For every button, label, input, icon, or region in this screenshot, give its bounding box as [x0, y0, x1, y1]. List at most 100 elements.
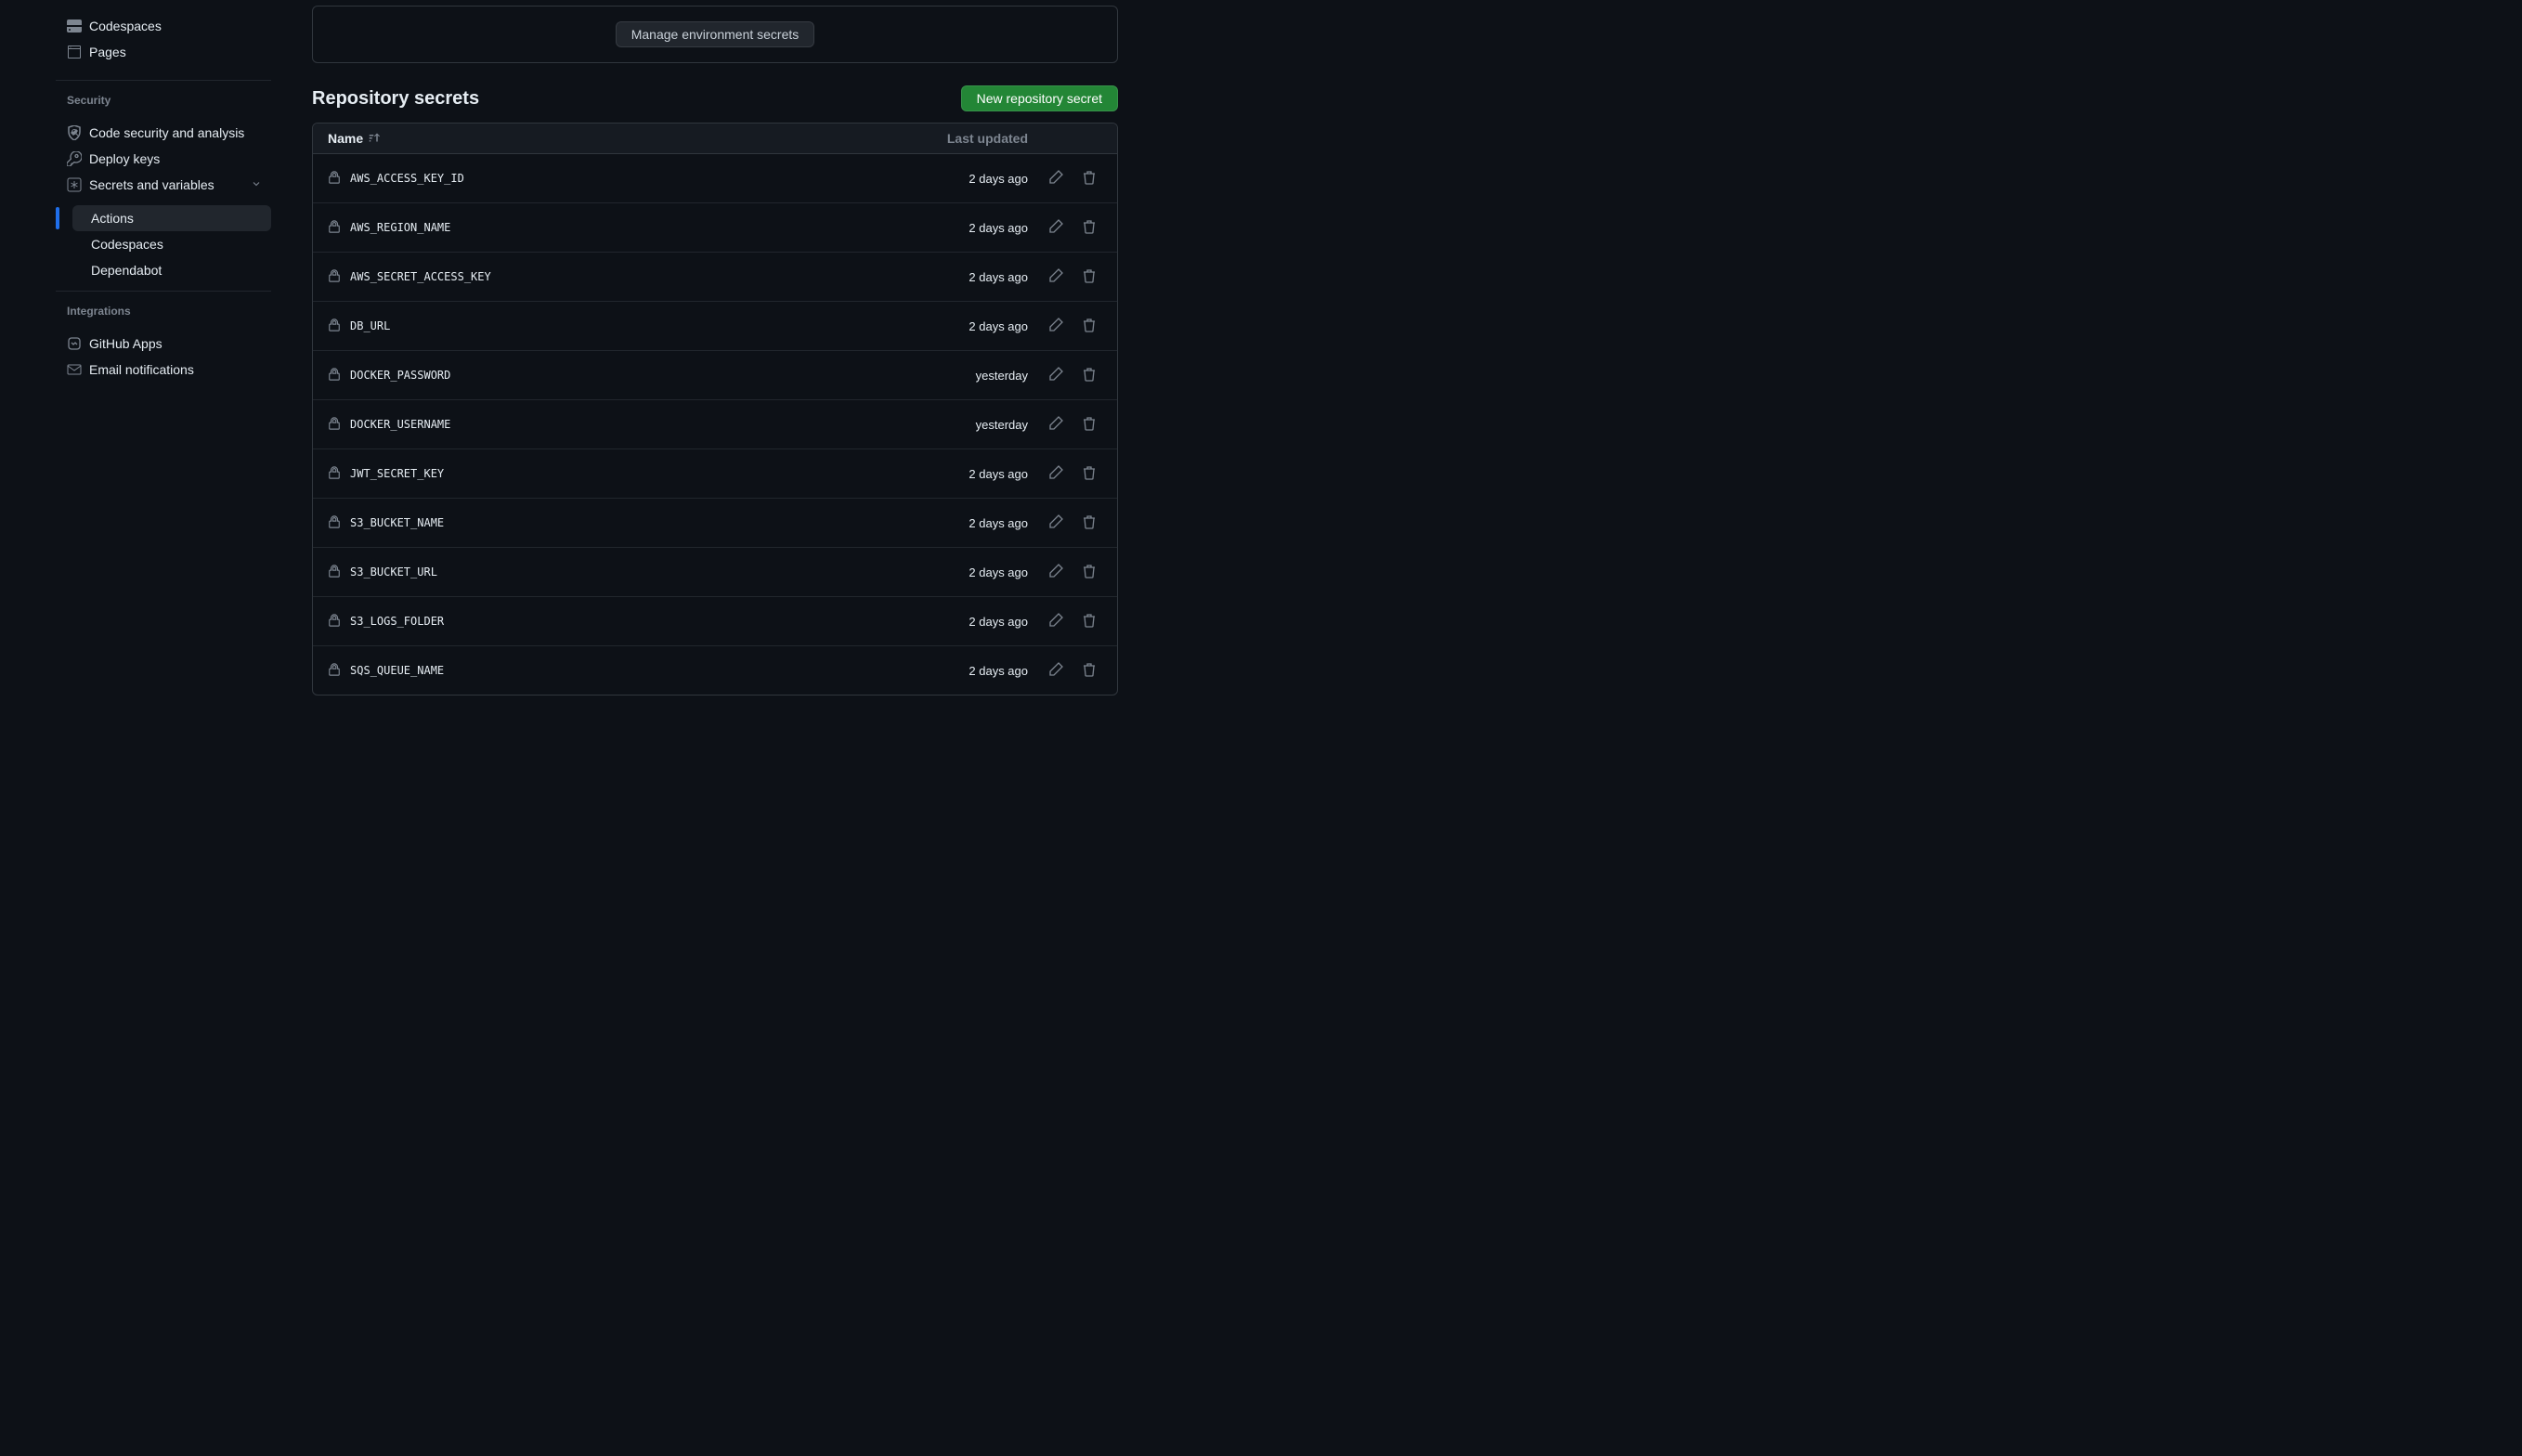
- table-header: Name Last updated: [313, 124, 1117, 154]
- secret-row: JWT_SECRET_KEY2 days ago: [313, 449, 1117, 499]
- pencil-icon: [1048, 318, 1063, 335]
- column-name-header[interactable]: Name: [328, 131, 363, 146]
- secret-name: DOCKER_USERNAME: [350, 418, 450, 431]
- key-icon: [67, 151, 82, 166]
- lock-icon: [328, 466, 341, 482]
- manage-environment-secrets-button[interactable]: Manage environment secrets: [616, 21, 815, 47]
- delete-secret-button[interactable]: [1076, 362, 1102, 388]
- secret-name: S3_BUCKET_URL: [350, 566, 437, 578]
- pencil-icon: [1048, 219, 1063, 237]
- sidebar-item-label: Email notifications: [89, 362, 194, 377]
- sidebar-item-email-notifications[interactable]: Email notifications: [56, 357, 271, 383]
- browser-icon: [67, 45, 82, 59]
- sidebar-item-pages[interactable]: Pages: [56, 39, 271, 65]
- edit-secret-button[interactable]: [1043, 165, 1069, 191]
- mail-icon: [67, 362, 82, 377]
- repository-secrets-title: Repository secrets: [312, 88, 479, 110]
- integrations-heading: Integrations: [56, 299, 271, 323]
- edit-secret-button[interactable]: [1043, 313, 1069, 339]
- chevron-down-icon: [251, 177, 262, 192]
- sidebar-item-label: Deploy keys: [89, 151, 160, 166]
- edit-secret-button[interactable]: [1043, 214, 1069, 240]
- secret-updated: 2 days ago: [898, 615, 1028, 629]
- delete-secret-button[interactable]: [1076, 313, 1102, 339]
- delete-secret-button[interactable]: [1076, 559, 1102, 585]
- pencil-icon: [1048, 613, 1063, 630]
- lock-icon: [328, 663, 341, 679]
- sidebar-item-label: Pages: [89, 45, 126, 59]
- edit-secret-button[interactable]: [1043, 411, 1069, 437]
- delete-secret-button[interactable]: [1076, 461, 1102, 487]
- secret-name: S3_BUCKET_NAME: [350, 516, 444, 529]
- sidebar-item-code-security-and-analysis[interactable]: Code security and analysis: [56, 120, 271, 146]
- delete-secret-button[interactable]: [1076, 608, 1102, 634]
- secret-updated: 2 days ago: [898, 221, 1028, 235]
- lock-icon: [328, 318, 341, 334]
- secret-row: DOCKER_PASSWORDyesterday: [313, 351, 1117, 400]
- secret-row: S3_LOGS_FOLDER 2 days ago: [313, 597, 1117, 646]
- sort-ascending-icon: [369, 132, 380, 146]
- environment-secrets-panel: Manage environment secrets: [312, 6, 1118, 63]
- delete-secret-button[interactable]: [1076, 411, 1102, 437]
- shield-scan-icon: [67, 125, 82, 140]
- sidebar-item-label: GitHub Apps: [89, 336, 162, 351]
- trash-icon: [1082, 170, 1097, 188]
- secret-updated: yesterday: [898, 369, 1028, 383]
- secrets-table: Name Last updated AWS_ACCESS_KEY_ID 2 day…: [312, 123, 1118, 696]
- delete-secret-button[interactable]: [1076, 214, 1102, 240]
- divider: [56, 80, 271, 81]
- hubot-icon: [67, 336, 82, 351]
- sidebar-subitem-dependabot[interactable]: Dependabot: [72, 257, 271, 283]
- edit-secret-button[interactable]: [1043, 657, 1069, 683]
- edit-secret-button[interactable]: [1043, 608, 1069, 634]
- trash-icon: [1082, 268, 1097, 286]
- secret-row: AWS_SECRET_ACCESS_KEY2 days ago: [313, 253, 1117, 302]
- sidebar-item-label: Actions: [91, 211, 134, 226]
- secret-updated: yesterday: [898, 418, 1028, 432]
- lock-icon: [328, 368, 341, 384]
- sidebar-item-label: Dependabot: [91, 263, 162, 278]
- sidebar-item-github-apps[interactable]: GitHub Apps: [56, 331, 271, 357]
- sidebar-item-label: Code security and analysis: [89, 125, 244, 140]
- trash-icon: [1082, 613, 1097, 630]
- edit-secret-button[interactable]: [1043, 461, 1069, 487]
- delete-secret-button[interactable]: [1076, 657, 1102, 683]
- secret-name: S3_LOGS_FOLDER: [350, 615, 444, 628]
- lock-icon: [328, 565, 341, 580]
- sidebar-item-label: Codespaces: [91, 237, 163, 252]
- pencil-icon: [1048, 514, 1063, 532]
- delete-secret-button[interactable]: [1076, 510, 1102, 536]
- lock-icon: [328, 171, 341, 187]
- pencil-icon: [1048, 367, 1063, 384]
- lock-icon: [328, 417, 341, 433]
- lock-icon: [328, 614, 341, 630]
- delete-secret-button[interactable]: [1076, 165, 1102, 191]
- delete-secret-button[interactable]: [1076, 264, 1102, 290]
- main-content: Manage environment secrets Repository se…: [297, 6, 1133, 696]
- trash-icon: [1082, 514, 1097, 532]
- edit-secret-button[interactable]: [1043, 559, 1069, 585]
- sidebar-subitem-actions[interactable]: Actions: [72, 205, 271, 231]
- codespaces-icon: [67, 19, 82, 33]
- pencil-icon: [1048, 662, 1063, 680]
- secret-name: SQS_QUEUE_NAME: [350, 664, 444, 677]
- edit-secret-button[interactable]: [1043, 264, 1069, 290]
- column-updated-header: Last updated: [935, 131, 1102, 146]
- sidebar-item-codespaces[interactable]: Codespaces: [56, 13, 271, 39]
- sidebar-item-deploy-keys[interactable]: Deploy keys: [56, 146, 271, 172]
- trash-icon: [1082, 564, 1097, 581]
- divider: [56, 291, 271, 292]
- secret-name: DB_URL: [350, 319, 390, 332]
- settings-sidebar: CodespacesPages Security Code security a…: [0, 6, 279, 696]
- secret-updated: 2 days ago: [898, 172, 1028, 186]
- secret-name: AWS_ACCESS_KEY_ID: [350, 172, 464, 185]
- sidebar-subitem-codespaces[interactable]: Codespaces: [72, 231, 271, 257]
- secret-row: DB_URL2 days ago: [313, 302, 1117, 351]
- sidebar-item-secrets-and-variables[interactable]: Secrets and variables: [56, 172, 271, 198]
- edit-secret-button[interactable]: [1043, 362, 1069, 388]
- secret-updated: 2 days ago: [898, 270, 1028, 284]
- sidebar-item-label: Secrets and variables: [89, 177, 214, 192]
- new-repository-secret-button[interactable]: New repository secret: [961, 85, 1118, 111]
- secret-updated: 2 days ago: [898, 664, 1028, 678]
- edit-secret-button[interactable]: [1043, 510, 1069, 536]
